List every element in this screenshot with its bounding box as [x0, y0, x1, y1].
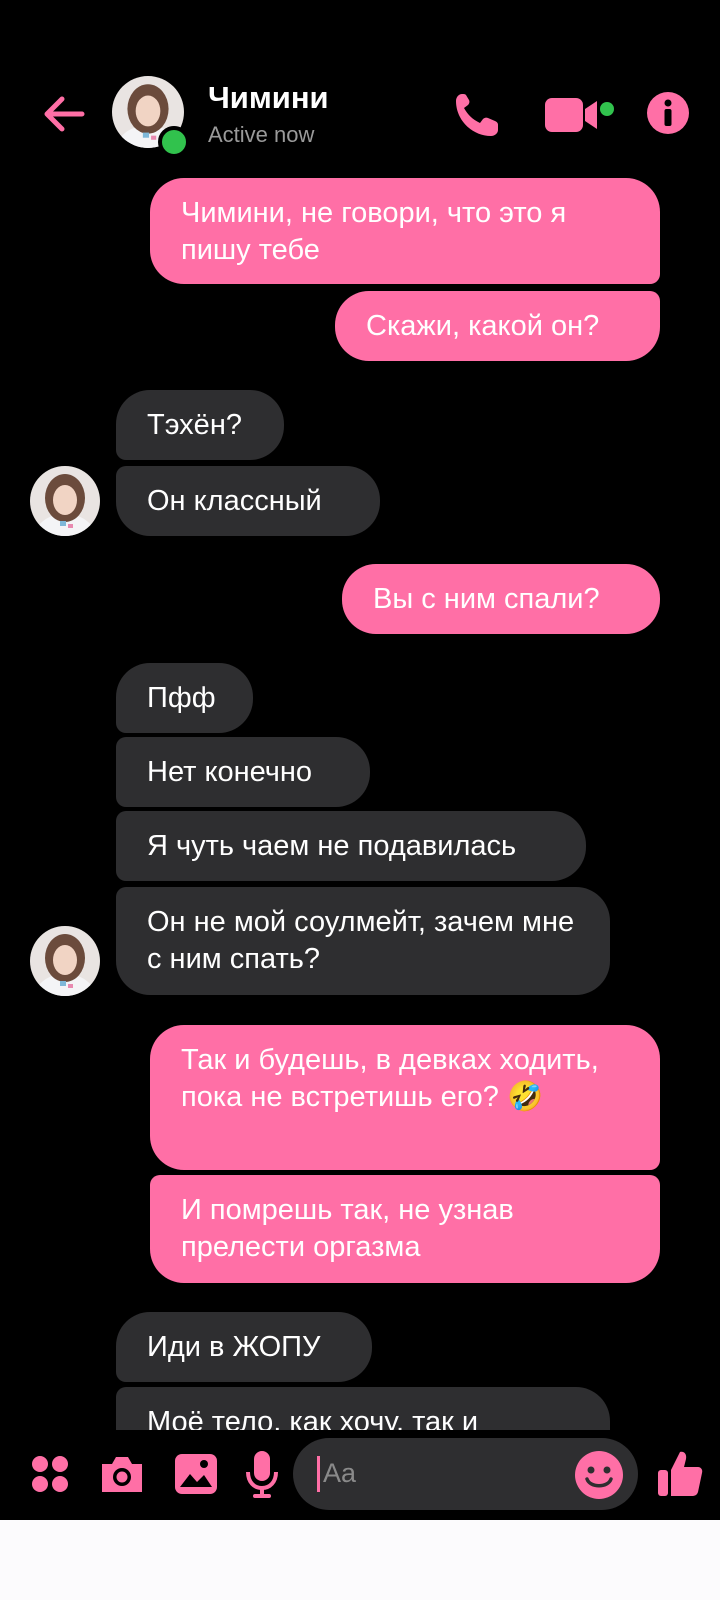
- video-camera-icon[interactable]: [545, 92, 627, 138]
- message-input-placeholder: Aa: [323, 1458, 357, 1488]
- thumbs-up-icon[interactable]: [656, 1448, 704, 1500]
- gallery-icon[interactable]: [173, 1452, 219, 1496]
- back-arrow-icon[interactable]: [38, 88, 90, 140]
- emoji-icon[interactable]: [574, 1450, 624, 1500]
- contact-status: Active now: [208, 122, 315, 147]
- incoming-message[interactable]: Он классный: [116, 466, 380, 536]
- apps-icon[interactable]: [30, 1454, 70, 1494]
- incoming-message[interactable]: Иди в ЖОПУ: [116, 1312, 372, 1382]
- info-icon[interactable]: [645, 90, 691, 136]
- chat-header: Чимини Active now: [0, 0, 720, 170]
- sender-avatar[interactable]: [30, 926, 100, 996]
- incoming-message[interactable]: Он не мой соулмейт, зачем мне с ним спат…: [116, 887, 610, 995]
- online-indicator: [158, 126, 190, 158]
- system-navigation-bar: [0, 1520, 720, 1600]
- outgoing-message[interactable]: Скажи, какой он?: [335, 291, 660, 361]
- incoming-message[interactable]: Тэхён?: [116, 390, 284, 460]
- incoming-message[interactable]: Пфф: [116, 663, 253, 733]
- outgoing-message[interactable]: Чимини, не говори, что это я пишу тебе: [150, 178, 660, 284]
- camera-icon[interactable]: [98, 1452, 146, 1496]
- outgoing-message[interactable]: И помрешь так, не узнав прелести оргазма: [150, 1175, 660, 1283]
- message-composer: Aa: [0, 1430, 720, 1520]
- phone-icon[interactable]: [450, 88, 504, 142]
- message-input[interactable]: Aa: [293, 1438, 638, 1510]
- message-list[interactable]: Чимини, не говори, что это я пишу тебе С…: [0, 170, 720, 1430]
- incoming-message[interactable]: Моё тело, как хочу, так и: [116, 1387, 610, 1430]
- text-caret: [317, 1456, 320, 1492]
- sender-avatar[interactable]: [30, 466, 100, 536]
- incoming-message[interactable]: Я чуть чаем не подавилась: [116, 811, 586, 881]
- outgoing-message[interactable]: Вы с ним спали?: [342, 564, 660, 634]
- microphone-icon[interactable]: [244, 1448, 280, 1500]
- outgoing-message[interactable]: Так и будешь, в девках ходить, пока не в…: [150, 1025, 660, 1170]
- contact-name[interactable]: Чимини: [208, 80, 329, 116]
- incoming-message[interactable]: Нет конечно: [116, 737, 370, 807]
